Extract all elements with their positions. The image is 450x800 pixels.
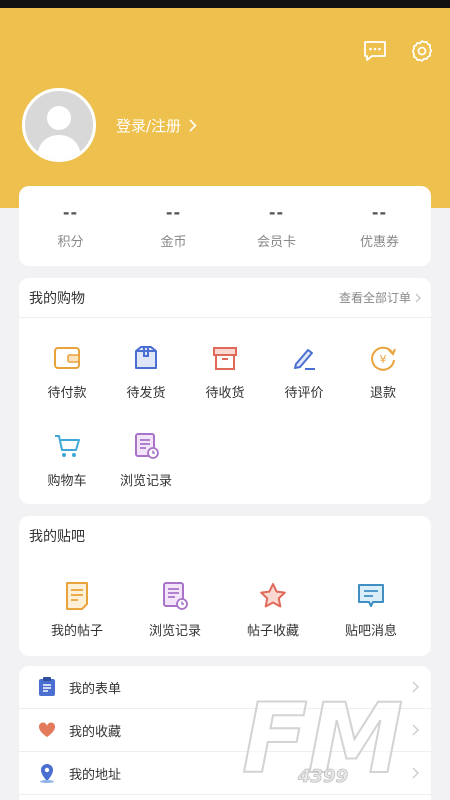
chat-icon — [355, 580, 387, 612]
my-posts-item[interactable]: 我的帖子 — [37, 580, 117, 639]
my-favorites-row[interactable]: 我的收藏 — [19, 709, 431, 752]
login-register-link[interactable]: 登录/注册 — [116, 115, 197, 136]
browsing-history-item[interactable]: 浏览记录 — [106, 430, 186, 489]
shopping-header: 我的购物 查看全部订单 — [19, 278, 431, 318]
stat-value: -- — [268, 202, 285, 222]
gear-icon[interactable] — [407, 36, 437, 66]
package-icon — [130, 342, 162, 374]
message-icon[interactable] — [360, 36, 390, 66]
tieba-history-item[interactable]: 浏览记录 — [135, 580, 215, 639]
heart-icon — [37, 720, 57, 740]
item-label: 待评价 — [284, 386, 324, 401]
refund-icon: ¥ — [367, 342, 399, 374]
stat-label: 积分 — [57, 234, 84, 250]
refund-item[interactable]: ¥ 退款 — [343, 342, 423, 401]
stat-coupons[interactable]: -- 优惠券 — [328, 186, 431, 266]
chevron-right-icon — [412, 767, 419, 779]
post-icon — [61, 580, 93, 612]
section-title: 我的贴吧 — [29, 529, 85, 545]
pending-payment-item[interactable]: 待付款 — [27, 342, 107, 401]
my-forms-row[interactable]: 我的表单 — [19, 666, 431, 709]
login-label[interactable]: 登录/注册 — [116, 115, 181, 136]
status-bar — [0, 0, 450, 8]
shopping-grid: 待付款 待发货 待收货 待评价 ¥ 退款 购物车 浏览记录 — [19, 318, 431, 504]
item-label: 贴吧消息 — [344, 624, 397, 639]
tieba-messages-item[interactable]: 贴吧消息 — [331, 580, 411, 639]
tieba-grid: 我的帖子 浏览记录 帖子收藏 贴吧消息 — [19, 556, 431, 656]
stat-value: -- — [165, 202, 182, 222]
view-all-orders-link[interactable]: 查看全部订单 — [339, 289, 421, 306]
pen-icon — [288, 342, 320, 374]
menu-list: 我的表单 我的收藏 我的地址 — [19, 666, 431, 800]
history-icon — [159, 580, 191, 612]
stat-coins[interactable]: -- 金币 — [122, 186, 225, 266]
wallet-icon — [51, 342, 83, 374]
stat-value: -- — [62, 202, 79, 222]
history-icon — [130, 430, 162, 462]
section-title: 我的购物 — [29, 290, 85, 307]
pending-review-item[interactable]: 待评价 — [264, 342, 344, 401]
pending-shipment-item[interactable]: 待发货 — [106, 342, 186, 401]
tieba-card: 我的贴吧 我的帖子 浏览记录 帖子收藏 贴吧消息 — [19, 516, 431, 656]
my-address-row[interactable]: 我的地址 — [19, 752, 431, 795]
chevron-right-icon — [189, 119, 197, 132]
item-label: 帖子收藏 — [246, 624, 299, 639]
item-label: 待发货 — [126, 386, 166, 401]
tieba-header: 我的贴吧 — [19, 516, 431, 556]
star-icon — [257, 580, 289, 612]
view-all-label[interactable]: 查看全部订单 — [339, 289, 411, 306]
item-label: 待付款 — [47, 386, 87, 401]
box-icon — [209, 342, 241, 374]
chevron-right-icon — [415, 293, 421, 302]
item-label: 退款 — [369, 386, 396, 401]
shopping-card: 我的购物 查看全部订单 待付款 待发货 待收货 待评价 ¥ 退款 购物车 浏览记… — [19, 278, 431, 504]
stats-card: -- 积分 -- 金币 -- 会员卡 -- 优惠券 — [19, 186, 431, 266]
row-label: 我的收藏 — [69, 724, 122, 740]
stat-label: 会员卡 — [256, 234, 296, 250]
stat-label: 优惠券 — [359, 234, 399, 250]
pending-receipt-item[interactable]: 待收货 — [185, 342, 265, 401]
chevron-right-icon — [412, 681, 419, 693]
stat-label: 金币 — [160, 234, 187, 250]
profile-header: 登录/注册 — [0, 8, 450, 208]
item-label: 浏览记录 — [148, 624, 201, 639]
cart-icon — [51, 430, 83, 462]
stat-member-card[interactable]: -- 会员卡 — [225, 186, 328, 266]
location-icon — [37, 763, 57, 783]
post-favorites-item[interactable]: 帖子收藏 — [233, 580, 313, 639]
item-label: 浏览记录 — [119, 474, 172, 489]
item-label: 我的帖子 — [50, 624, 103, 639]
chevron-right-icon — [412, 724, 419, 736]
item-label: 购物车 — [47, 474, 87, 489]
stat-value: -- — [371, 202, 388, 222]
svg-text:¥: ¥ — [380, 353, 387, 366]
avatar[interactable] — [22, 88, 96, 162]
row-label: 我的表单 — [69, 681, 122, 697]
item-label: 待收货 — [205, 386, 245, 401]
row-label: 我的地址 — [69, 767, 122, 783]
cart-item[interactable]: 购物车 — [27, 430, 107, 489]
stat-points[interactable]: -- 积分 — [19, 186, 122, 266]
clipboard-icon — [37, 677, 57, 697]
